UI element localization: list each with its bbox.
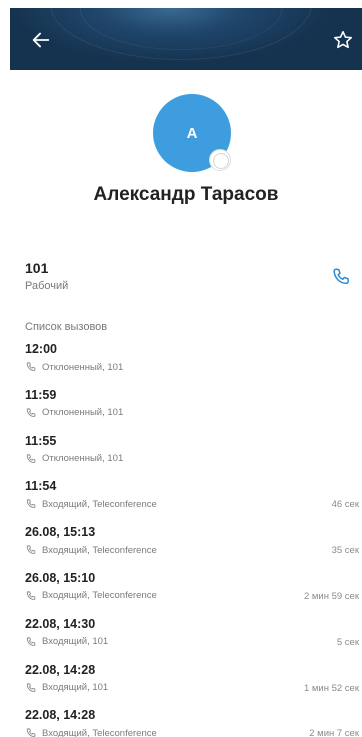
call-history-item[interactable]: 11:59 Отклоненный, 101 bbox=[25, 388, 359, 434]
phone-small-icon bbox=[26, 637, 36, 646]
phone-small-icon bbox=[26, 453, 36, 463]
call-time: 11:59 bbox=[25, 387, 57, 402]
call-description: Отклоненный, 101 bbox=[42, 453, 124, 465]
star-outline-icon bbox=[333, 30, 353, 49]
call-time: 11:55 bbox=[25, 433, 57, 448]
phone-small-icon bbox=[26, 682, 36, 692]
call-duration: 2 мин 59 сек bbox=[303, 590, 359, 602]
call-history-item[interactable]: 22.08, 14:28 Входящий, 101 1 мин 52 сек bbox=[25, 663, 359, 709]
call-history-item[interactable]: 26.08, 15:13 Входящий, Teleconference 35 с… bbox=[25, 525, 359, 571]
call-description: Входящий, Teleconference bbox=[42, 590, 157, 602]
phone-small-icon bbox=[26, 362, 36, 371]
arrow-left-icon bbox=[32, 32, 50, 48]
phone-small-icon bbox=[26, 408, 36, 417]
call-history-item[interactable]: 12:00 Отклоненный, 101 bbox=[25, 342, 359, 388]
call-time: 22.08, 14:28 bbox=[25, 662, 96, 677]
call-meta: Отклоненный, 101 bbox=[25, 453, 359, 465]
presence-status-indicator bbox=[209, 149, 231, 171]
app-header bbox=[10, 8, 362, 70]
call-time: 11:54 bbox=[25, 479, 57, 494]
call-description: Входящий, Teleconference bbox=[42, 727, 157, 737]
call-meta: Входящий, Teleconference bbox=[25, 498, 359, 510]
contact-details-screen: A Александр Тарасов 101 Рабочий Список в… bbox=[10, 8, 362, 737]
call-history-title: Список вызовов bbox=[25, 321, 108, 333]
call-meta: Отклоненный, 101 bbox=[25, 407, 359, 419]
phone-number-row[interactable]: 101 Рабочий bbox=[25, 260, 355, 300]
call-history-list: 12:00 Отклоненный, 101 11:59 Отклоненный, 1… bbox=[25, 342, 359, 737]
call-time: 22.08, 14:30 bbox=[25, 616, 96, 631]
call-time: 26.08, 15:13 bbox=[25, 525, 96, 540]
call-duration: 5 сек bbox=[336, 636, 359, 648]
avatar-initial: A bbox=[186, 124, 198, 142]
call-duration: 46 сек bbox=[331, 499, 359, 511]
call-time: 26.08, 15:10 bbox=[25, 570, 96, 585]
phone-small-icon bbox=[26, 591, 36, 600]
call-duration: 1 мин 52 сек bbox=[303, 682, 359, 694]
call-description: Входящий, 101 bbox=[42, 682, 109, 694]
back-button[interactable] bbox=[30, 29, 52, 51]
phone-type-label: Рабочий bbox=[25, 280, 69, 292]
call-history-item[interactable]: 11:54 Входящий, Teleconference 46 сек bbox=[25, 479, 359, 525]
call-description: Входящий, 101 bbox=[42, 636, 109, 648]
contact-name: Александр Тарасов bbox=[93, 184, 279, 205]
call-meta: Входящий, Teleconference bbox=[25, 544, 359, 556]
call-meta: Входящий, 101 bbox=[25, 636, 359, 648]
call-time: 12:00 bbox=[25, 342, 57, 356]
call-history-item[interactable]: 22.08, 14:28 Входящий, Teleconference 2 ми… bbox=[25, 708, 359, 737]
phone-icon bbox=[333, 268, 349, 285]
favorite-button[interactable] bbox=[332, 29, 354, 51]
call-description: Входящий, Teleconference bbox=[42, 544, 157, 556]
phone-small-icon bbox=[26, 545, 36, 555]
call-history-item[interactable]: 22.08, 14:30 Входящий, 101 5 сек bbox=[25, 617, 359, 663]
phone-small-icon bbox=[26, 728, 36, 737]
call-history-item[interactable]: 26.08, 15:10 Входящий, Teleconference 2 ми… bbox=[25, 571, 359, 617]
call-history-item[interactable]: 11:55 Отклоненный, 101 bbox=[25, 434, 359, 480]
call-description: Отклоненный, 101 bbox=[42, 407, 124, 419]
avatar-container: A bbox=[153, 94, 231, 172]
call-meta: Отклоненный, 101 bbox=[25, 361, 359, 373]
call-duration: 2 мин 7 сек bbox=[309, 728, 359, 737]
call-button[interactable] bbox=[330, 266, 352, 288]
call-description: Входящий, Teleconference bbox=[42, 498, 157, 510]
call-description: Отклоненный, 101 bbox=[42, 361, 124, 373]
phone-number: 101 bbox=[25, 260, 49, 276]
call-time: 22.08, 14:28 bbox=[25, 708, 96, 723]
phone-small-icon bbox=[26, 499, 36, 509]
call-duration: 35 сек bbox=[331, 545, 359, 557]
